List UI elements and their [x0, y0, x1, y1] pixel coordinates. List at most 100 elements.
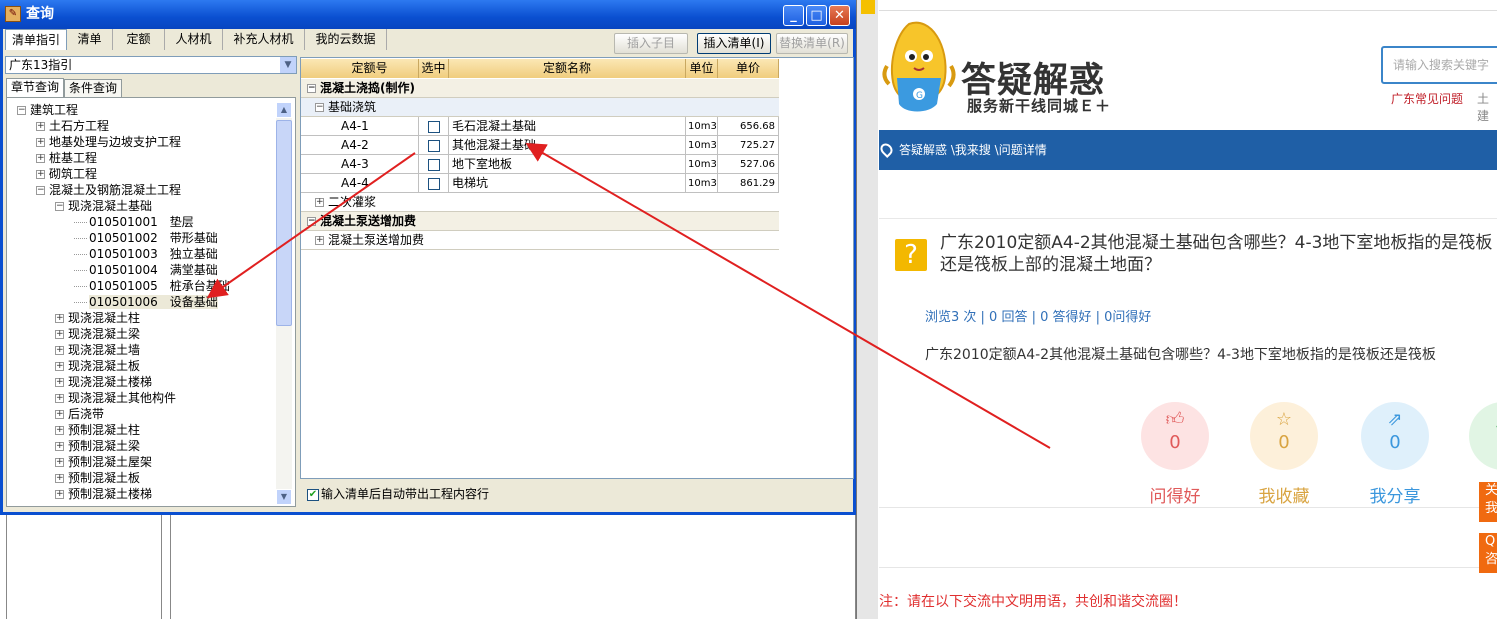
tree-node[interactable]: + 现浇混凝土墙 [55, 342, 140, 358]
tree-node[interactable]: 010501004 满堂基础 [74, 262, 218, 278]
hot-link-guangdong[interactable]: 广东常见问题 [1391, 90, 1463, 107]
action-label[interactable]: 我分享 [1355, 482, 1435, 507]
subgroup-row-grouting[interactable]: + 二次灌浆 [301, 193, 779, 212]
expand-icon[interactable]: + [55, 490, 64, 499]
tree-node[interactable]: + 预制混凝土屋架 [55, 454, 152, 470]
breadcrumb-text[interactable]: 答疑解惑 \我来搜 \问题详情 [899, 143, 1047, 157]
hot-link-civil[interactable]: 土建 [1477, 90, 1497, 124]
tree-node[interactable]: + 预制混凝土楼梯 [55, 486, 152, 502]
tree-node[interactable]: + 现浇混凝土板 [55, 358, 140, 374]
tab-materials[interactable]: 人材机 [165, 29, 224, 50]
title-bar[interactable]: ✎ 查询 _ □ ✕ [0, 0, 856, 29]
expand-icon[interactable]: + [36, 154, 45, 163]
expand-icon[interactable]: + [55, 442, 64, 451]
collapse-icon[interactable]: − [307, 217, 316, 226]
group-row-concrete[interactable]: − 混凝土浇捣(制作) [301, 79, 779, 98]
select-checkbox[interactable] [427, 158, 440, 171]
insert-child-button[interactable]: 插入子目 [614, 33, 688, 54]
extra-action-button[interactable]: △ [1469, 402, 1497, 470]
tree-node[interactable]: 010501001 垫层 [74, 214, 194, 230]
tree-node[interactable]: 010501002 带形基础 [74, 230, 218, 246]
side-follow-button[interactable]: 关我 [1479, 482, 1497, 522]
expand-icon[interactable]: + [55, 346, 64, 355]
select-cell[interactable] [419, 136, 449, 155]
subgroup-row-pump[interactable]: + 混凝土泵送增加费 [301, 231, 779, 250]
tree-node[interactable]: + 地基处理与边坡支护工程 [36, 134, 181, 150]
quota-row[interactable]: A4-2 其他混凝土基础 10m3 725.27 [301, 136, 779, 155]
tab-chapter-query[interactable]: 章节查询 [6, 78, 65, 97]
tree-node[interactable]: − 现浇混凝土基础 [55, 198, 152, 214]
minimize-button[interactable]: _ [783, 5, 804, 26]
maximize-button[interactable]: □ [806, 5, 827, 26]
collapse-icon[interactable]: − [307, 84, 316, 93]
tree-node[interactable]: − 建筑工程 [17, 102, 78, 118]
expand-icon[interactable]: + [55, 410, 64, 419]
expand-icon[interactable]: + [55, 362, 64, 371]
expand-icon[interactable]: + [36, 138, 45, 147]
select-cell[interactable] [419, 174, 449, 193]
action-0-button[interactable]: 👍︎ 0 [1141, 402, 1209, 470]
tree-scrollbar[interactable]: ▲ ▼ [276, 102, 292, 505]
quota-row[interactable]: A4-3 地下室地板 10m3 527.06 [301, 155, 779, 174]
tree-node[interactable]: + 现浇混凝土楼梯 [55, 374, 152, 390]
checkbox-checked-icon[interactable]: ✔ [307, 488, 319, 501]
expand-icon[interactable]: + [55, 426, 64, 435]
insert-list-button[interactable]: 插入清单(I) [697, 33, 771, 54]
expand-icon[interactable]: + [315, 198, 324, 207]
side-qq-button[interactable]: Q咨 [1479, 533, 1497, 573]
expand-icon[interactable]: + [55, 458, 64, 467]
collapse-icon[interactable]: − [17, 106, 26, 115]
tree-node[interactable]: + 预制混凝土板 [55, 470, 140, 486]
expand-icon[interactable]: + [55, 378, 64, 387]
auto-content-checkbox[interactable]: ✔ 输入清单后自动带出工程内容行 [307, 486, 489, 502]
select-checkbox[interactable] [427, 120, 440, 133]
tab-list[interactable]: 清单 [67, 29, 114, 50]
action-label[interactable]: 我收藏 [1244, 482, 1324, 507]
tree-node[interactable]: 010501003 独立基础 [74, 246, 218, 262]
tree-node[interactable]: + 现浇混凝土柱 [55, 310, 140, 326]
expand-icon[interactable]: + [36, 170, 45, 179]
scroll-down-icon[interactable]: ▼ [276, 489, 292, 505]
expand-icon[interactable]: + [36, 122, 45, 131]
tree-node[interactable]: + 后浇带 [55, 406, 104, 422]
tab-quota[interactable]: 定额 [113, 29, 166, 50]
chevron-down-icon[interactable]: ▼ [280, 57, 296, 73]
collapse-icon[interactable]: − [55, 202, 64, 211]
search-input[interactable]: 请输入搜索关键字 [1381, 46, 1497, 84]
tab-condition-query[interactable]: 条件查询 [64, 79, 123, 97]
expand-icon[interactable]: + [55, 314, 64, 323]
tree-node[interactable]: + 砌筑工程 [36, 166, 97, 182]
action-2-button[interactable]: ⇗ 0 [1361, 402, 1429, 470]
replace-list-button[interactable]: 替换清单(R) [776, 33, 848, 54]
quota-row[interactable]: A4-4 电梯坑 10m3 861.29 [301, 174, 779, 193]
tree-node[interactable]: − 混凝土及钢筋混凝土工程 [36, 182, 181, 198]
expand-icon[interactable]: + [55, 330, 64, 339]
collapse-icon[interactable]: − [36, 186, 45, 195]
expand-icon[interactable]: + [55, 474, 64, 483]
tree-node[interactable]: 010501005 桩承台基础 [74, 278, 230, 294]
group-row-pump[interactable]: − 混凝土泵送增加费 [301, 212, 779, 231]
select-checkbox[interactable] [427, 177, 440, 190]
tab-extra-materials[interactable]: 补充人材机 [223, 29, 306, 50]
scroll-up-icon[interactable]: ▲ [276, 102, 292, 118]
tree-node[interactable]: + 土石方工程 [36, 118, 109, 134]
tree-node[interactable]: + 桩基工程 [36, 150, 97, 166]
guide-select[interactable]: 广东13指引 ▼ [5, 56, 297, 74]
tab-list-guide[interactable]: 清单指引 [5, 29, 68, 50]
expand-icon[interactable]: + [55, 394, 64, 403]
tree-node[interactable]: 010501006 设备基础 [74, 294, 218, 310]
tree-node[interactable]: + 现浇混凝土梁 [55, 326, 140, 342]
quota-row[interactable]: A4-1 毛石混凝土基础 10m3 656.68 [301, 117, 779, 136]
select-cell[interactable] [419, 117, 449, 136]
expand-icon[interactable]: + [315, 236, 324, 245]
collapse-icon[interactable]: − [315, 103, 324, 112]
tree-node[interactable]: + 现浇混凝土其他构件 [55, 390, 176, 406]
tree-node[interactable]: + 预制混凝土梁 [55, 438, 140, 454]
action-label[interactable]: 问得好 [1135, 482, 1215, 507]
action-1-button[interactable]: ☆ 0 [1250, 402, 1318, 470]
close-button[interactable]: ✕ [829, 5, 850, 26]
tab-cloud-data[interactable]: 我的云数据 [305, 29, 388, 50]
select-cell[interactable] [419, 155, 449, 174]
subgroup-row-foundation[interactable]: − 基础浇筑 [301, 98, 779, 117]
tree-node[interactable]: + 预制混凝土柱 [55, 422, 140, 438]
